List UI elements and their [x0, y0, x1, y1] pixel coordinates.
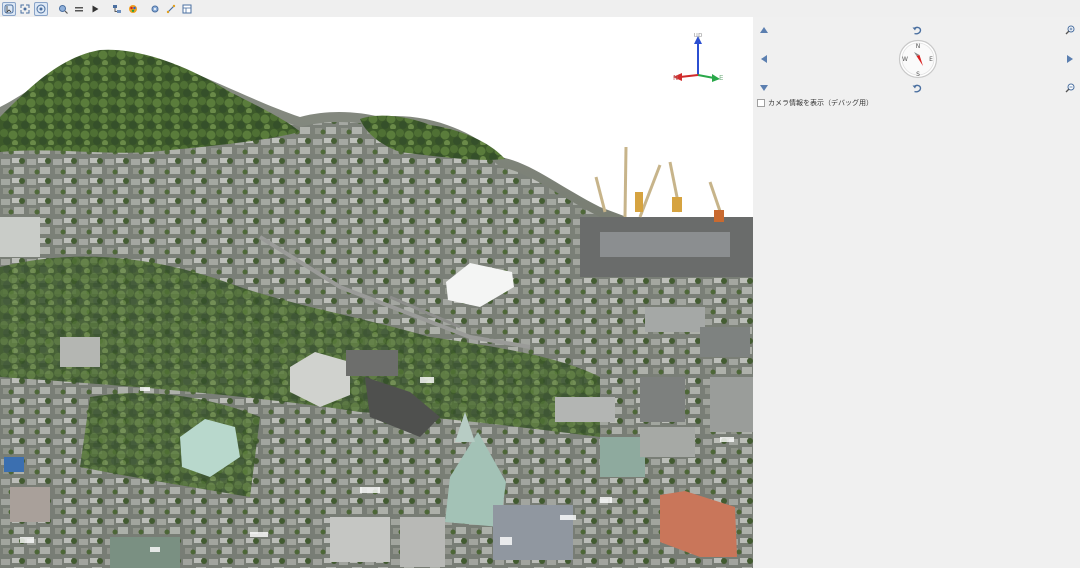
- axis-up-label: up: [694, 31, 703, 39]
- pan-right-button[interactable]: [1063, 52, 1077, 66]
- axis-north-label: N: [673, 74, 678, 82]
- zoom-in-icon: [1065, 25, 1075, 35]
- triangle-left-icon: [761, 55, 767, 63]
- axis-east-line: [697, 74, 715, 79]
- compass-east-label: E: [929, 56, 933, 63]
- table-tool-icon: [182, 4, 192, 13]
- fit-view-button[interactable]: [18, 2, 32, 16]
- triangle-right-icon: [1067, 55, 1073, 63]
- axis-north-line: [679, 74, 699, 78]
- layers-tool-icon: [75, 6, 83, 11]
- tree-tool-icon: [113, 4, 121, 13]
- triangle-up-icon: [760, 27, 768, 33]
- zoom-tool-button[interactable]: [56, 2, 70, 16]
- compass-north-label: N: [916, 43, 921, 50]
- zoom-out-icon: [1065, 83, 1075, 93]
- camera-control-panel: N S E W カメラ情報を表示（デバッグ用）: [753, 17, 1080, 568]
- point-cloud-scene: [0, 49, 753, 568]
- rotate-cw-button[interactable]: [910, 23, 924, 37]
- table-tool-button[interactable]: [180, 2, 194, 16]
- rotate-cw-icon: [912, 26, 922, 34]
- axis-east-label: E: [719, 74, 723, 82]
- color-tool-icon: [129, 4, 137, 13]
- orbit-tool-button[interactable]: [34, 1, 48, 16]
- rotate-ccw-icon: [912, 84, 922, 92]
- point-tool-button[interactable]: [148, 2, 162, 16]
- rotate-ccw-button[interactable]: [910, 81, 924, 95]
- debug-camera-checkbox[interactable]: [757, 99, 765, 107]
- debug-camera-label: カメラ情報を表示（デバッグ用）: [768, 99, 873, 107]
- compass-west-label: W: [902, 56, 908, 63]
- zoom-in-button[interactable]: [1063, 23, 1077, 37]
- point-tool-icon: [151, 5, 159, 12]
- compass-widget[interactable]: N S E W: [898, 39, 938, 79]
- measure-tool-button[interactable]: [164, 2, 178, 16]
- pan-left-button[interactable]: [757, 52, 771, 66]
- axis-gizmo: up E N: [673, 31, 723, 82]
- tree-tool-button[interactable]: [110, 2, 124, 16]
- select-tool-icon: [4, 4, 14, 13]
- tilt-down-button[interactable]: [757, 81, 771, 95]
- point-cloud-viewport[interactable]: up E N: [0, 17, 753, 568]
- play-button[interactable]: [88, 2, 102, 16]
- tilt-up-button[interactable]: [757, 23, 771, 37]
- zoom-tool-icon: [59, 4, 68, 14]
- orbit-tool-icon: [36, 4, 46, 13]
- fit-view-icon: [20, 4, 30, 13]
- select-tool-button[interactable]: [2, 1, 16, 16]
- triangle-down-icon: [760, 85, 768, 91]
- toolbar: [0, 0, 1080, 17]
- compass-south-label: S: [916, 71, 920, 78]
- color-tool-button[interactable]: [126, 2, 140, 16]
- play-icon: [92, 5, 99, 12]
- layers-tool-button[interactable]: [72, 2, 86, 16]
- zoom-out-button[interactable]: [1063, 81, 1077, 95]
- measure-tool-icon: [166, 4, 176, 13]
- debug-camera-option[interactable]: カメラ情報を表示（デバッグ用）: [757, 98, 873, 108]
